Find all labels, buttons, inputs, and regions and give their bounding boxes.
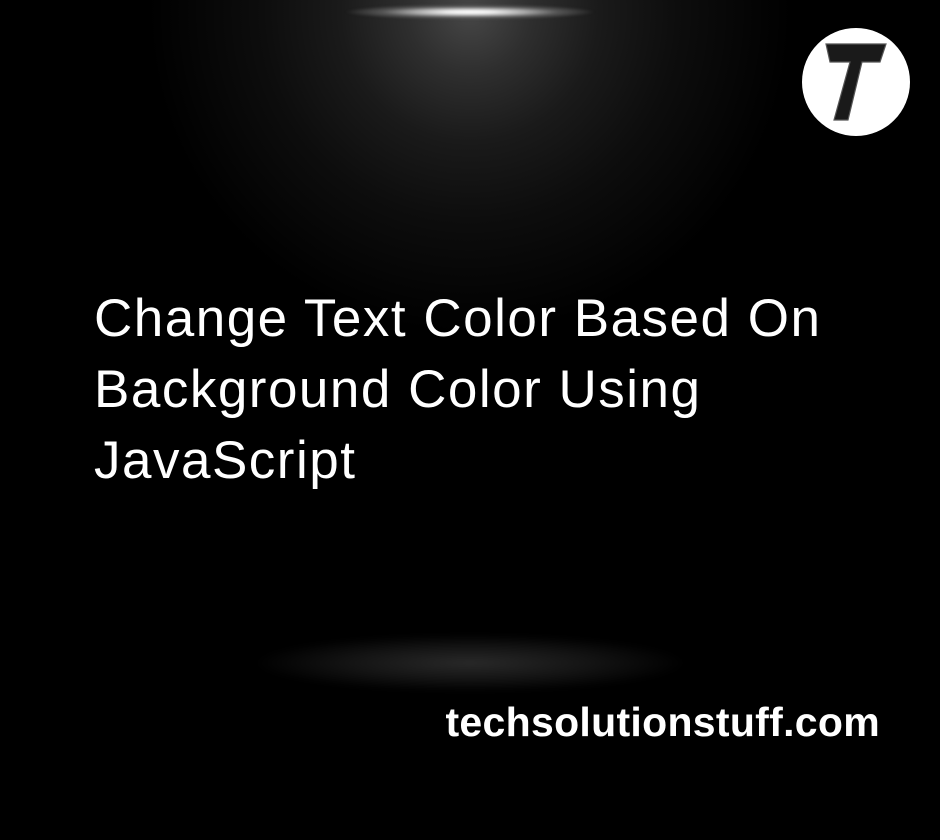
floor-reflection [160,618,780,708]
brand-logo [802,28,910,136]
main-heading: Change Text Color Based On Background Co… [94,283,880,496]
website-url: techsolutionstuff.com [445,699,880,746]
banner-stage: Change Text Color Based On Background Co… [0,0,940,778]
light-source-bar [300,0,640,24]
logo-t-icon [820,38,892,126]
